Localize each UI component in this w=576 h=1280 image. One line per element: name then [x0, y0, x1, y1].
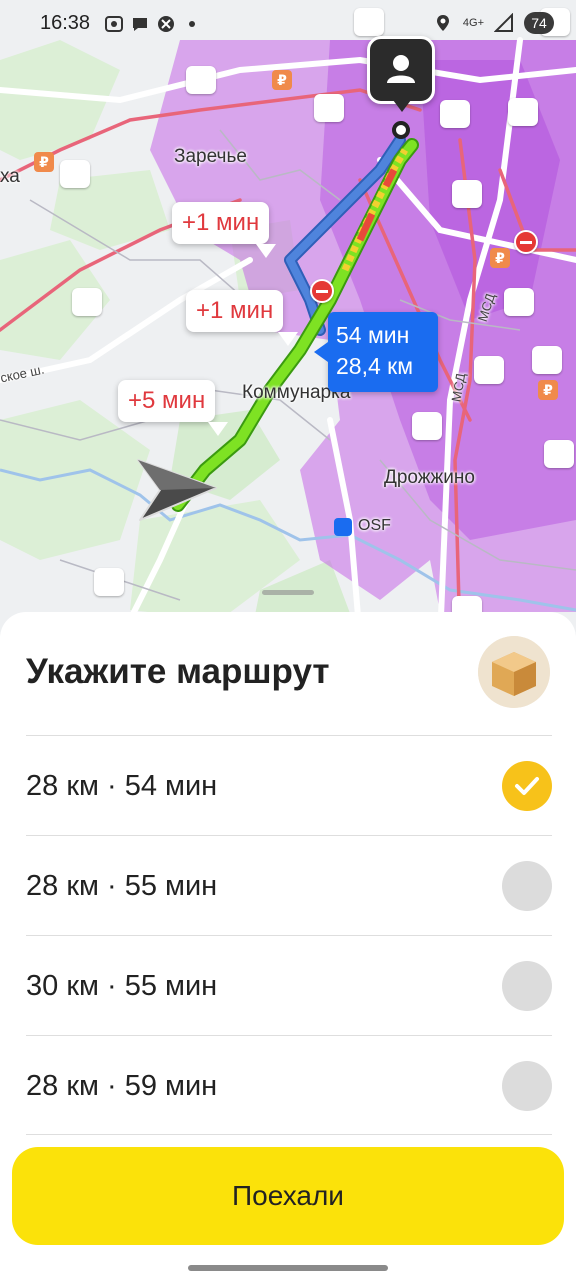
- place-label-airport: OSF: [358, 517, 391, 534]
- location-icon: [436, 15, 449, 31]
- route-option[interactable]: 28 км · 59 мин: [26, 1035, 552, 1135]
- route-option-radio-selected[interactable]: [502, 761, 552, 811]
- road-works-icon[interactable]: [474, 356, 504, 384]
- avatar[interactable]: [478, 636, 550, 708]
- parking-paid-icon[interactable]: ₽: [490, 248, 510, 268]
- network-icon: 4G+: [462, 17, 484, 29]
- parking-paid-icon[interactable]: ₽: [538, 380, 558, 400]
- route-distance: 28,4 км: [336, 353, 414, 379]
- chat-icon: [133, 18, 147, 31]
- road-accident-icon[interactable]: [544, 440, 574, 468]
- home-indicator[interactable]: [188, 1265, 388, 1271]
- map-view[interactable]: 16:38 4G+ 74 ₽ ₽ ₽ ₽ Заречье Коммунарка …: [0, 0, 576, 640]
- go-button[interactable]: Поехали: [12, 1147, 564, 1245]
- place-label-drozhzhino: Дрожжино: [384, 467, 475, 488]
- route-option[interactable]: 28 км · 55 мин: [26, 835, 552, 935]
- road-works-icon[interactable]: [72, 288, 102, 316]
- road-works-icon[interactable]: [504, 288, 534, 316]
- status-time: 16:38: [40, 12, 91, 34]
- route-option-radio[interactable]: [502, 961, 552, 1011]
- place-label-left-edge: ха: [0, 166, 20, 187]
- route-option-label: 28 км · 55 мин: [26, 870, 218, 902]
- sheet-drag-handle[interactable]: [262, 590, 314, 595]
- route-time: 54 мин: [336, 322, 410, 348]
- place-label-zarechye: Заречье: [174, 146, 247, 167]
- screen-record-icon: [105, 16, 123, 32]
- road-works-icon[interactable]: [412, 412, 442, 440]
- road-accident-icon[interactable]: [440, 100, 470, 128]
- status-bar: 16:38 4G+ 74: [0, 0, 576, 48]
- check-icon: [515, 777, 539, 795]
- road-accident-icon[interactable]: [186, 66, 216, 94]
- road-works-icon[interactable]: [452, 180, 482, 208]
- road-closed-icon[interactable]: [310, 279, 334, 303]
- sheet-title: Укажите маршрут: [26, 652, 330, 691]
- route-option[interactable]: 30 км · 55 мин: [26, 935, 552, 1035]
- road-accident-icon[interactable]: [94, 568, 124, 596]
- package-icon: [478, 636, 550, 708]
- road-closed-icon[interactable]: [514, 230, 538, 254]
- road-works-icon[interactable]: [508, 98, 538, 126]
- selected-route-bubble[interactable]: 54 мин 28,4 км: [314, 312, 438, 392]
- alt-route-delta: +1 мин: [182, 209, 260, 236]
- battery-indicator: 74: [524, 12, 554, 34]
- route-option-label: 30 км · 55 мин: [26, 970, 218, 1002]
- route-sheet: Укажите маршрут 28 км · 54 мин 28 км · 5…: [0, 612, 576, 1280]
- dot-icon: [189, 21, 195, 27]
- road-works-icon[interactable]: [60, 160, 90, 188]
- route-option-label: 28 км · 59 мин: [26, 1070, 218, 1102]
- airport-icon[interactable]: [334, 518, 352, 536]
- road-accident-icon[interactable]: [532, 346, 562, 374]
- route-option[interactable]: 28 км · 54 мин: [26, 735, 552, 835]
- route-option-label: 28 км · 54 мин: [26, 770, 218, 802]
- signal-icon: [494, 13, 513, 32]
- alt-route-bubble[interactable]: +5 мин: [118, 380, 228, 436]
- person-icon: [387, 55, 415, 83]
- destination-point: [392, 121, 410, 139]
- alt-route-delta: +1 мин: [196, 297, 274, 324]
- route-option-radio[interactable]: [502, 1061, 552, 1111]
- destination-pin-tail: [393, 100, 411, 112]
- parking-paid-icon[interactable]: ₽: [34, 152, 54, 172]
- road-works-icon[interactable]: [314, 94, 344, 122]
- dnd-icon: [158, 16, 174, 32]
- route-option-radio[interactable]: [502, 861, 552, 911]
- parking-paid-icon[interactable]: ₽: [272, 70, 292, 90]
- alt-route-bubble[interactable]: +1 мин: [186, 290, 298, 346]
- alt-route-delta: +5 мин: [128, 387, 206, 414]
- alt-route-bubble[interactable]: +1 мин: [172, 202, 276, 258]
- route-options-list: 28 км · 54 мин 28 км · 55 мин 30 км · 55…: [26, 735, 552, 1135]
